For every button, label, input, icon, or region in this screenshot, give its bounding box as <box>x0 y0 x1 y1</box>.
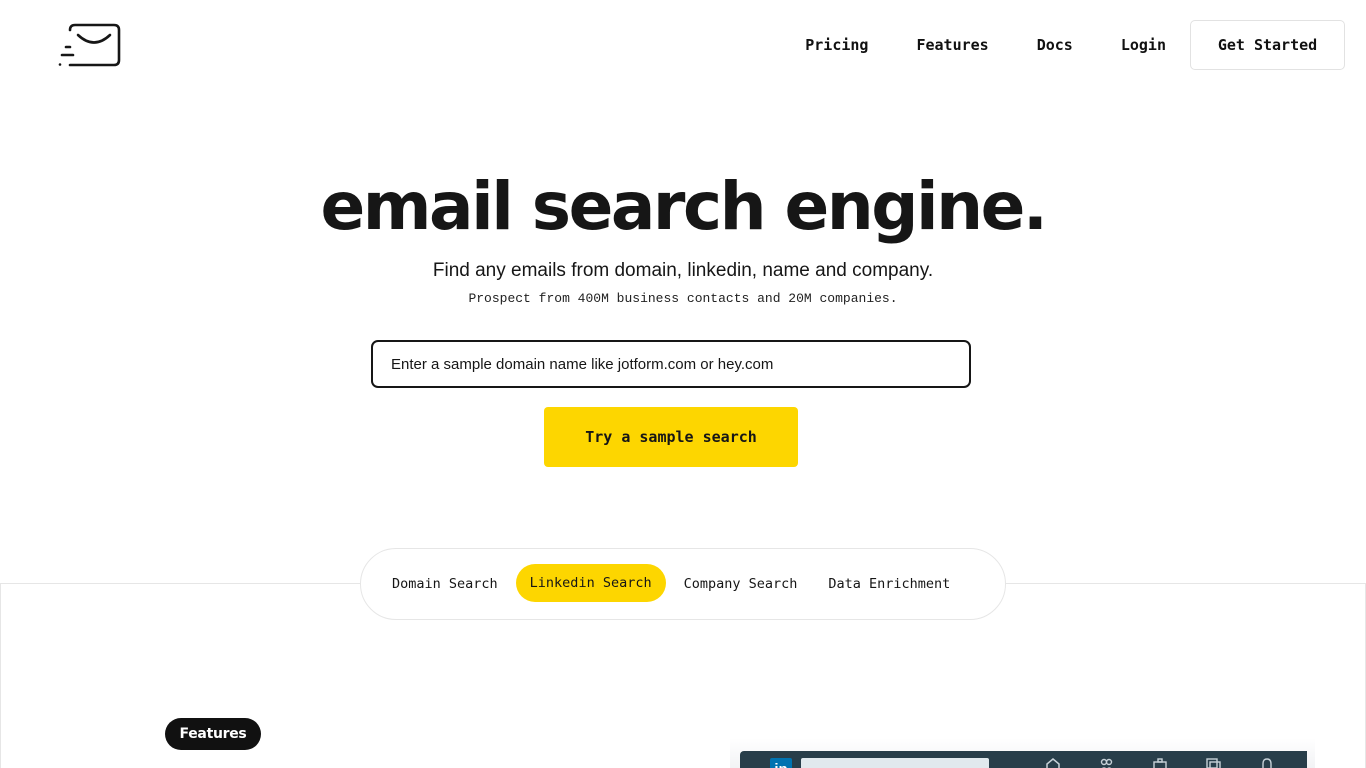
logo[interactable] <box>58 22 122 68</box>
hero-title: email search engine. <box>320 168 1048 245</box>
home-icon <box>1046 758 1060 768</box>
get-started-button[interactable]: Get Started <box>1190 20 1345 70</box>
notifications-icon <box>1262 758 1272 768</box>
network-icon <box>1100 758 1113 768</box>
hero-subtitle: Find any emails from domain, linkedin, n… <box>432 260 934 281</box>
nav-features[interactable]: Features <box>916 36 988 54</box>
messaging-icon <box>1206 758 1221 768</box>
nav-docs[interactable]: Docs <box>1037 36 1073 54</box>
domain-search-field <box>371 340 971 388</box>
main-nav: Pricing Features Docs Login Get Started <box>805 20 1345 70</box>
search-type-tabs: Domain Search Linkedin Search Company Se… <box>360 548 1006 620</box>
tab-company-search[interactable]: Company Search <box>671 565 811 603</box>
try-sample-search-button[interactable]: Try a sample search <box>544 407 798 467</box>
domain-search-input[interactable] <box>391 355 969 373</box>
tab-domain-search[interactable]: Domain Search <box>379 565 511 603</box>
tab-linkedin-search[interactable]: Linkedin Search <box>515 564 666 602</box>
jobs-icon <box>1153 758 1167 768</box>
tab-data-enrichment[interactable]: Data Enrichment <box>815 565 963 603</box>
page: Pricing Features Docs Login Get Started … <box>0 0 1366 768</box>
nav-pricing[interactable]: Pricing <box>805 36 868 54</box>
nav-login[interactable]: Login <box>1121 36 1166 54</box>
linkedin-logo: in <box>770 758 792 768</box>
linkedin-search-bar <box>801 758 989 768</box>
hero-tagline: Prospect from 400M business contacts and… <box>468 291 898 306</box>
envelope-speed-icon <box>58 23 121 67</box>
linkedin-mockup: in <box>740 751 1307 768</box>
features-badge: Features <box>165 718 261 750</box>
